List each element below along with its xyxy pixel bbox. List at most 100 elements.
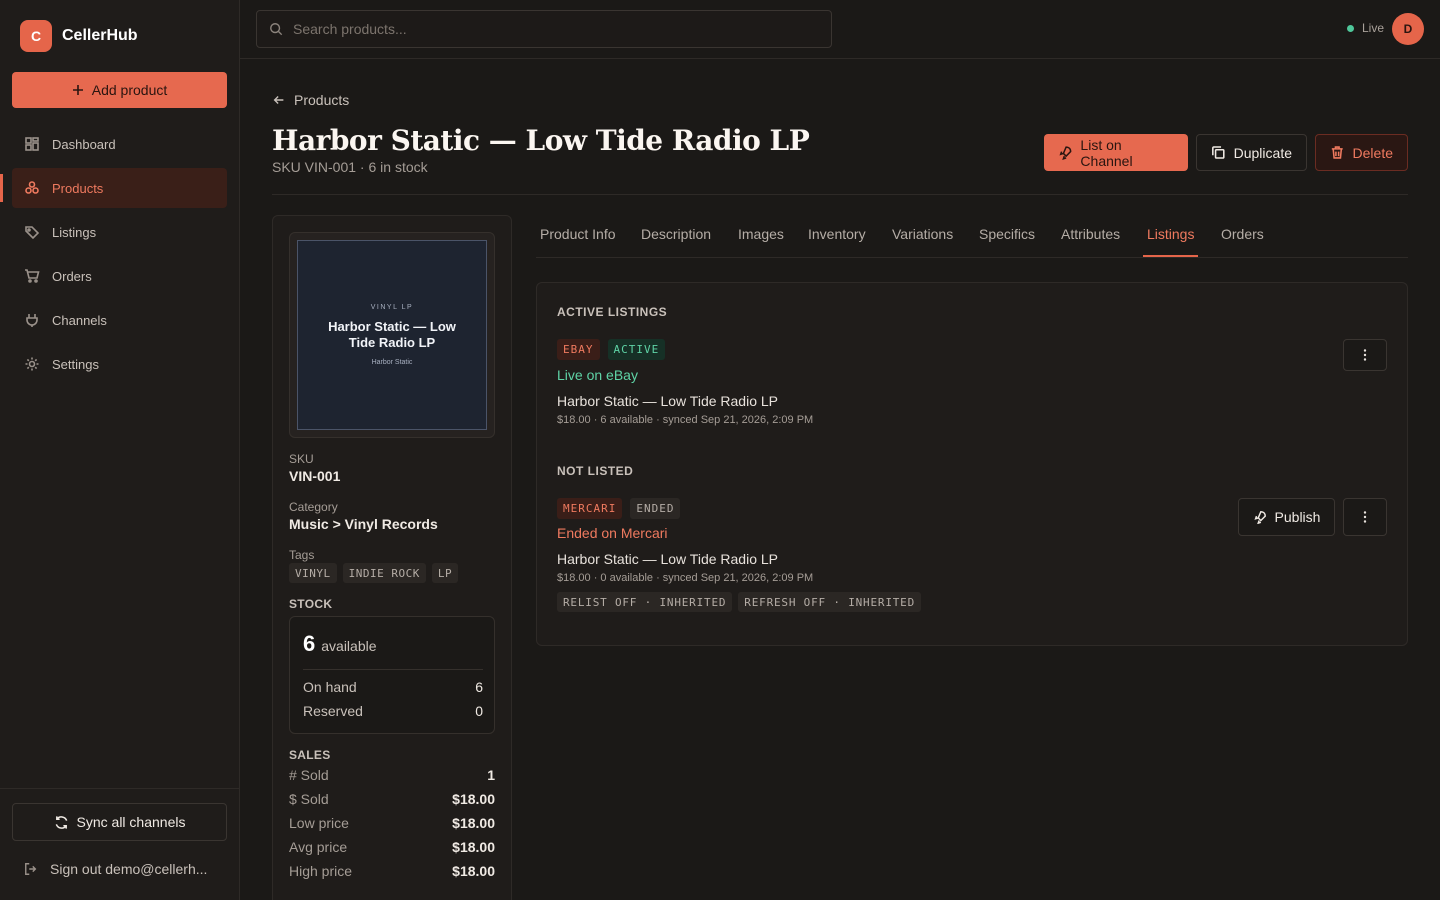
duplicate-button[interactable]: Duplicate: [1196, 134, 1307, 171]
tab-attributes[interactable]: Attributes: [1061, 226, 1120, 242]
listing-status: Ended on Mercari: [557, 525, 668, 541]
sales-row-value: $18.00: [452, 815, 495, 831]
sidebar-item-label: Channels: [52, 312, 107, 328]
more-vertical-icon: [1363, 349, 1367, 361]
sidebar-item-label: Dashboard: [52, 136, 116, 152]
sales-row: Avg price $18.00: [289, 839, 495, 855]
plug-icon: [26, 314, 38, 327]
tag-icon: [25, 226, 40, 240]
sales-row-value: $18.00: [452, 839, 495, 855]
brand[interactable]: C CellerHub: [20, 20, 138, 52]
sales-row-label: Avg price: [289, 839, 348, 855]
listing-title: Harbor Static — Low Tide Radio LP: [557, 393, 778, 409]
refresh-icon: [55, 815, 67, 829]
refresh-setting-chip: REFRESH OFF · INHERITED: [738, 592, 922, 612]
more-vertical-icon: [1363, 511, 1367, 523]
grid-icon: [25, 137, 39, 151]
sales-row: Low price $18.00: [289, 815, 495, 831]
active-listings-heading: ACTIVE LISTINGS: [557, 305, 668, 319]
delete-label: Delete: [1352, 144, 1393, 161]
tab-inventory[interactable]: Inventory: [808, 226, 866, 242]
live-label: Live: [1361, 21, 1384, 35]
search-input[interactable]: [293, 21, 813, 37]
search-icon: [270, 23, 283, 36]
listing-more-button[interactable]: [1343, 339, 1387, 371]
tab-specifics[interactable]: Specifics: [979, 226, 1035, 242]
listings-panel: ACTIVE LISTINGS EBAY ACTIVE Live on eBay…: [536, 282, 1408, 646]
boxes-icon: [25, 181, 39, 194]
sales-section-label: SALES: [289, 748, 331, 762]
sidebar: C CellerHub Add product Dashboard Produc…: [0, 0, 240, 900]
sales-row-label: Low price: [289, 815, 349, 831]
tags-label: Tags: [289, 548, 315, 562]
sidebar-item-label: Listings: [52, 224, 97, 240]
header-divider: [272, 194, 1408, 195]
cart-icon: [25, 269, 40, 283]
sign-out-link[interactable]: Sign out demo@cellerh...: [24, 861, 207, 877]
stock-on-hand-label: On hand: [303, 679, 357, 695]
stock-divider: [303, 669, 483, 670]
sidebar-item-channels[interactable]: Channels: [12, 300, 227, 340]
add-product-label: Add product: [91, 82, 168, 98]
tab-variations[interactable]: Variations: [892, 226, 953, 242]
product-summary-panel: VINYL LP Harbor Static — Low Tide Radio …: [272, 215, 512, 900]
sidebar-item-dashboard[interactable]: Dashboard: [12, 124, 227, 164]
breadcrumb-back-link[interactable]: Products: [272, 92, 349, 108]
gear-icon: [25, 357, 39, 371]
search-box[interactable]: [256, 10, 832, 48]
sidebar-item-products[interactable]: Products: [0, 168, 227, 208]
tab-listings[interactable]: Listings: [1142, 226, 1199, 257]
header-actions: List on Channel Duplicate Delete: [1044, 134, 1408, 171]
listing-meta: $18.00 · 6 available · synced Sep 21, 20…: [557, 414, 814, 426]
tab-images[interactable]: Images: [738, 226, 784, 242]
tag-chip: LP: [431, 563, 459, 583]
category-value: Music > Vinyl Records: [289, 516, 438, 532]
tag-chip: INDIE ROCK: [342, 563, 426, 583]
channel-badge: MERCARI: [557, 498, 623, 519]
sku-value: VIN-001: [289, 468, 341, 484]
sidebar-item-settings[interactable]: Settings: [12, 344, 227, 384]
listing-badges: EBAY ACTIVE: [557, 339, 666, 360]
listing-badges: MERCARI ENDED: [557, 498, 681, 519]
sidebar-item-orders[interactable]: Orders: [12, 256, 227, 296]
tag-list: VINYL INDIE ROCK LP: [289, 563, 459, 583]
duplicate-label: Duplicate: [1233, 144, 1292, 161]
tab-description[interactable]: Description: [641, 226, 711, 242]
status-badge: ACTIVE: [607, 339, 666, 360]
breadcrumb-label: Products: [294, 92, 350, 108]
category-label: Category: [289, 500, 338, 514]
avatar[interactable]: D: [1392, 13, 1424, 45]
sync-all-channels-label: Sync all channels: [76, 814, 186, 830]
add-product-button[interactable]: Add product: [12, 72, 227, 108]
sidebar-footer: Sync all channels Sign out demo@cellerh.…: [0, 788, 240, 877]
publish-button[interactable]: Publish: [1238, 498, 1335, 536]
sales-row: # Sold 1: [289, 767, 495, 783]
logout-icon: [25, 863, 37, 875]
product-image-frame[interactable]: VINYL LP Harbor Static — Low Tide Radio …: [289, 232, 495, 438]
tab-product-info[interactable]: Product Info: [540, 226, 616, 242]
listing-status[interactable]: Live on eBay: [557, 367, 638, 383]
page-subtitle: SKU VIN-001 · 6 in stock: [272, 159, 428, 175]
tab-orders[interactable]: Orders: [1221, 226, 1264, 242]
sidebar-item-listings[interactable]: Listings: [12, 212, 227, 252]
sku-label: SKU: [289, 452, 314, 466]
channel-badge: EBAY: [557, 339, 600, 360]
stock-reserved-value: 0: [475, 703, 483, 719]
cover-kicker: VINYL LP: [370, 304, 414, 311]
listing-setting-chips: RELIST OFF · INHERITED REFRESH OFF · INH…: [557, 592, 922, 612]
listing-more-button[interactable]: [1343, 498, 1387, 536]
sales-row-value: $18.00: [452, 863, 495, 879]
delete-button[interactable]: Delete: [1315, 134, 1408, 171]
list-on-channel-button[interactable]: List on Channel: [1044, 134, 1188, 171]
live-status: Live: [1346, 21, 1384, 35]
publish-label: Publish: [1274, 509, 1321, 525]
listing-title: Harbor Static — Low Tide Radio LP: [557, 551, 778, 567]
stock-reserved-row: Reserved 0: [303, 703, 483, 719]
copy-icon: [1212, 146, 1225, 159]
sign-out-label: Sign out demo@cellerh...: [50, 861, 208, 877]
topbar: Live D: [240, 0, 1440, 59]
plus-icon: [72, 85, 83, 95]
sync-all-channels-button[interactable]: Sync all channels: [12, 803, 227, 841]
not-listed-heading: NOT LISTED: [557, 464, 634, 478]
rocket-icon: [1253, 511, 1266, 524]
